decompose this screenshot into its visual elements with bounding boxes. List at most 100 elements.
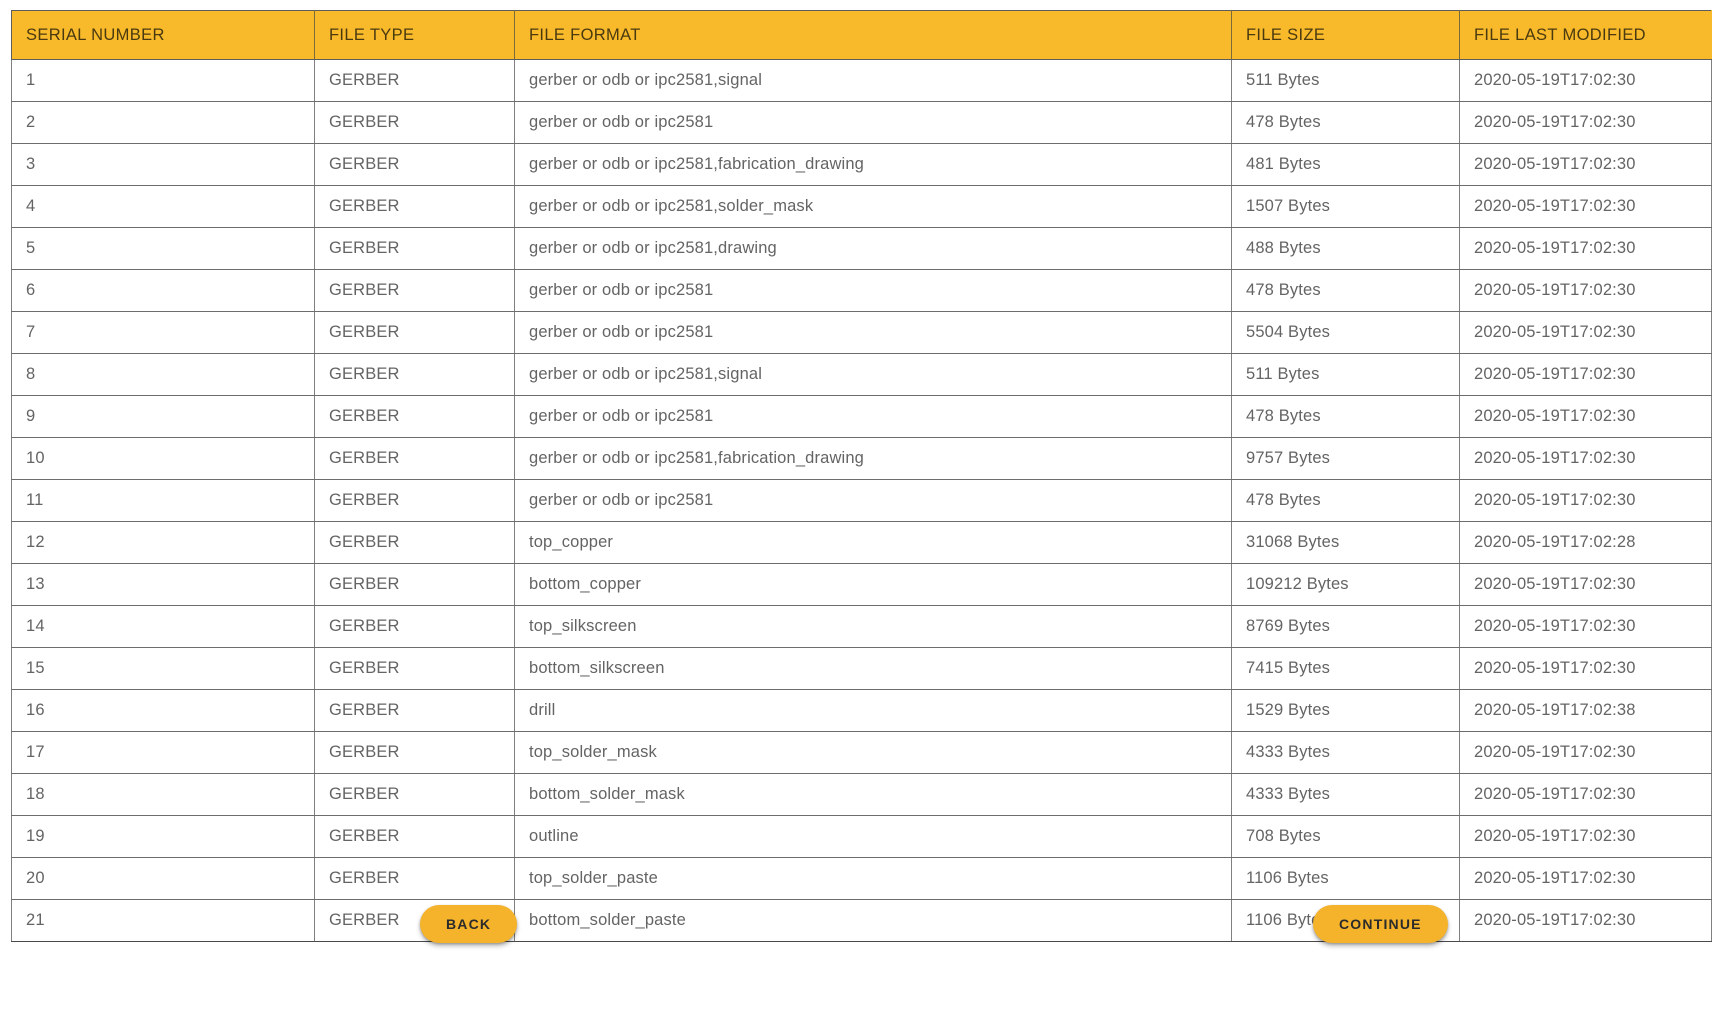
cell-serial_number: 13 <box>11 563 315 606</box>
table-row[interactable]: 17 GERBER top_solder_mask 4333 Bytes 2020-05… <box>11 731 1712 774</box>
cell-serial_number: 15 <box>11 647 315 690</box>
cell-file_size: 109212 Bytes <box>1231 563 1460 606</box>
cell-file_last_modified: 2020-05-19T17:02:30 <box>1459 773 1712 816</box>
cell-serial_number: 10 <box>11 437 315 480</box>
continue-button[interactable]: CONTINUE <box>1313 905 1448 943</box>
table-row[interactable]: 4 GERBER gerber or odb or ipc2581,solder_m… <box>11 185 1712 228</box>
cell-file_size: 31068 Bytes <box>1231 521 1460 564</box>
cell-file_format: gerber or odb or ipc2581 <box>514 101 1232 144</box>
cell-file_format: gerber or odb or ipc2581 <box>514 395 1232 438</box>
cell-file_size: 478 Bytes <box>1231 269 1460 312</box>
cell-file_format: gerber or odb or ipc2581,signal <box>514 59 1232 102</box>
cell-file_format: top_solder_paste <box>514 857 1232 900</box>
table-row[interactable]: 13 GERBER bottom_copper 109212 Bytes 2020-05… <box>11 563 1712 606</box>
table-row[interactable]: 10 GERBER gerber or odb or ipc2581,fabrica… <box>11 437 1712 480</box>
cell-file_last_modified: 2020-05-19T17:02:30 <box>1459 731 1712 774</box>
table-row[interactable]: 5 GERBER gerber or odb or ipc2581,drawing 4… <box>11 227 1712 270</box>
table-row[interactable]: 8 GERBER gerber or odb or ipc2581,signal 51… <box>11 353 1712 396</box>
cell-file_last_modified: 2020-05-19T17:02:30 <box>1459 185 1712 228</box>
cell-serial_number: 12 <box>11 521 315 564</box>
cell-serial_number: 11 <box>11 479 315 522</box>
table-row[interactable]: 19 GERBER outline 708 Bytes 2020-05-19T17:02… <box>11 815 1712 858</box>
cell-file_format: top_copper <box>514 521 1232 564</box>
cell-file_last_modified: 2020-05-19T17:02:30 <box>1459 353 1712 396</box>
cell-file_format: top_silkscreen <box>514 605 1232 648</box>
cell-file_format: gerber or odb or ipc2581,signal <box>514 353 1232 396</box>
cell-file_last_modified: 2020-05-19T17:02:30 <box>1459 815 1712 858</box>
cell-file_type: GERBER <box>314 59 515 102</box>
cell-serial_number: 14 <box>11 605 315 648</box>
cell-file_type: GERBER <box>314 101 515 144</box>
table-row[interactable]: 16 GERBER drill 1529 Bytes 2020-05-19T17:02:… <box>11 689 1712 732</box>
cell-file_type: GERBER <box>314 815 515 858</box>
cell-file_type: GERBER <box>314 437 515 480</box>
table-row[interactable]: 9 GERBER gerber or odb or ipc2581 478 Bytes… <box>11 395 1712 438</box>
cell-file_format: drill <box>514 689 1232 732</box>
cell-file_last_modified: 2020-05-19T17:02:30 <box>1459 437 1712 480</box>
cell-serial_number: 18 <box>11 773 315 816</box>
cell-file_last_modified: 2020-05-19T17:02:30 <box>1459 143 1712 186</box>
cell-file_format: bottom_solder_mask <box>514 773 1232 816</box>
table-row[interactable]: 18 GERBER bottom_solder_mask 4333 Bytes 2020… <box>11 773 1712 816</box>
cell-file_size: 478 Bytes <box>1231 101 1460 144</box>
cell-file_type: GERBER <box>314 773 515 816</box>
cell-file_format: gerber or odb or ipc2581 <box>514 479 1232 522</box>
cell-file_type: GERBER <box>314 563 515 606</box>
cell-serial_number: 2 <box>11 101 315 144</box>
table-row[interactable]: 7 GERBER gerber or odb or ipc2581 5504 Byte… <box>11 311 1712 354</box>
cell-file_last_modified: 2020-05-19T17:02:30 <box>1459 395 1712 438</box>
table-row[interactable]: 12 GERBER top_copper 31068 Bytes 2020-05-19T… <box>11 521 1712 564</box>
cell-file_size: 708 Bytes <box>1231 815 1460 858</box>
back-button[interactable]: BACK <box>420 905 518 943</box>
cell-file_last_modified: 2020-05-19T17:02:38 <box>1459 689 1712 732</box>
cell-file_last_modified: 2020-05-19T17:02:30 <box>1459 563 1712 606</box>
file-list-table: SERIAL NUMBER FILE TYPE FILE FORMAT FILE… <box>11 10 1712 942</box>
cell-file_size: 478 Bytes <box>1231 479 1460 522</box>
column-header-file-size[interactable]: FILE SIZE <box>1231 10 1460 60</box>
cell-file_size: 5504 Bytes <box>1231 311 1460 354</box>
table-body: 1 GERBER gerber or odb or ipc2581,signal 51… <box>11 59 1712 942</box>
cell-file_size: 1529 Bytes <box>1231 689 1460 732</box>
cell-file_type: GERBER <box>314 353 515 396</box>
cell-file_last_modified: 2020-05-19T17:02:30 <box>1459 647 1712 690</box>
table-row[interactable]: 20 GERBER top_solder_paste 1106 Bytes 2020-0… <box>11 857 1712 900</box>
cell-file_last_modified: 2020-05-19T17:02:30 <box>1459 227 1712 270</box>
cell-file_size: 4333 Bytes <box>1231 773 1460 816</box>
column-header-serial-number[interactable]: SERIAL NUMBER <box>11 10 315 60</box>
cell-file_size: 511 Bytes <box>1231 353 1460 396</box>
cell-file_last_modified: 2020-05-19T17:02:30 <box>1459 311 1712 354</box>
table-row[interactable]: 6 GERBER gerber or odb or ipc2581 478 Bytes… <box>11 269 1712 312</box>
cell-file_last_modified: 2020-05-19T17:02:30 <box>1459 269 1712 312</box>
cell-file_size: 9757 Bytes <box>1231 437 1460 480</box>
cell-file_format: bottom_copper <box>514 563 1232 606</box>
table-row[interactable]: 14 GERBER top_silkscreen 8769 Bytes 2020-05-… <box>11 605 1712 648</box>
column-header-file-format[interactable]: FILE FORMAT <box>514 10 1232 60</box>
cell-file_format: top_solder_mask <box>514 731 1232 774</box>
column-header-file-last-modified[interactable]: FILE LAST MODIFIED <box>1459 10 1712 60</box>
cell-serial_number: 9 <box>11 395 315 438</box>
cell-file_last_modified: 2020-05-19T17:02:30 <box>1459 605 1712 648</box>
cell-serial_number: 8 <box>11 353 315 396</box>
table-row[interactable]: 3 GERBER gerber or odb or ipc2581,fabricat… <box>11 143 1712 186</box>
cell-file_type: GERBER <box>314 689 515 732</box>
cell-file_size: 511 Bytes <box>1231 59 1460 102</box>
cell-file_format: bottom_silkscreen <box>514 647 1232 690</box>
cell-serial_number: 6 <box>11 269 315 312</box>
cell-serial_number: 5 <box>11 227 315 270</box>
cell-serial_number: 17 <box>11 731 315 774</box>
file-table-container: SERIAL NUMBER FILE TYPE FILE FORMAT FILE… <box>0 0 1722 942</box>
cell-file_type: GERBER <box>314 269 515 312</box>
cell-file_size: 488 Bytes <box>1231 227 1460 270</box>
table-row[interactable]: 11 GERBER gerber or odb or ipc2581 478 Byte… <box>11 479 1712 522</box>
cell-serial_number: 20 <box>11 857 315 900</box>
column-header-file-type[interactable]: FILE TYPE <box>314 10 515 60</box>
cell-file_last_modified: 2020-05-19T17:02:28 <box>1459 521 1712 564</box>
cell-serial_number: 1 <box>11 59 315 102</box>
cell-file_type: GERBER <box>314 227 515 270</box>
cell-file_size: 4333 Bytes <box>1231 731 1460 774</box>
table-row[interactable]: 1 GERBER gerber or odb or ipc2581,signal 51… <box>11 59 1712 102</box>
table-row[interactable]: 2 GERBER gerber or odb or ipc2581 478 Bytes… <box>11 101 1712 144</box>
table-row[interactable]: 15 GERBER bottom_silkscreen 7415 Bytes 2020-… <box>11 647 1712 690</box>
cell-serial_number: 16 <box>11 689 315 732</box>
cell-file_size: 8769 Bytes <box>1231 605 1460 648</box>
